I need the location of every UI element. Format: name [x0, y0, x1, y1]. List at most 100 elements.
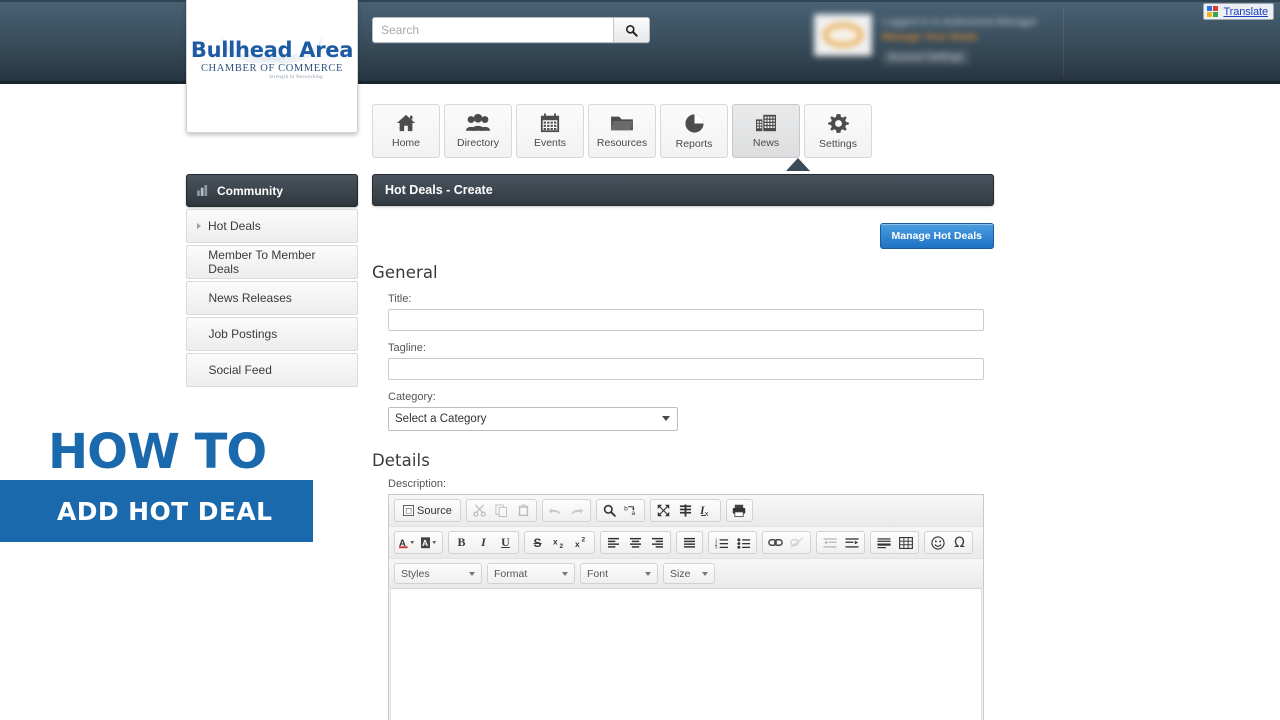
translate-label[interactable]: Translate: [1223, 6, 1268, 18]
text-color-button[interactable]: A: [397, 533, 418, 552]
print-button[interactable]: [729, 501, 750, 520]
nav-label: News: [752, 137, 780, 149]
strikethrough-button[interactable]: S: [527, 533, 548, 552]
bold-button[interactable]: B: [451, 533, 472, 552]
italic-button[interactable]: I: [473, 533, 494, 552]
sidebar-item-label: Social Feed: [208, 363, 272, 377]
account-name: Logged In to Authorized Manager: [882, 16, 1038, 28]
field-description: Description:: [388, 478, 994, 490]
sidebar-item-news-releases[interactable]: News Releases: [186, 281, 358, 315]
section-title-details: Details: [372, 451, 430, 470]
align-justify-icon: [684, 537, 695, 548]
category-select[interactable]: Select a Category: [388, 407, 678, 431]
editor-group-special: Ω: [924, 531, 973, 554]
folder-icon: [611, 116, 633, 131]
align-center-button[interactable]: [625, 533, 646, 552]
nav-button-news[interactable]: News: [732, 104, 800, 158]
indent-button[interactable]: [841, 533, 862, 552]
editor-group-links: [762, 531, 811, 554]
cut-button[interactable]: [469, 501, 490, 520]
manage-hot-deals-button[interactable]: Manage Hot Deals: [879, 223, 994, 249]
sidebar-item-social-feed[interactable]: Social Feed: [186, 353, 358, 387]
copy-button[interactable]: [491, 501, 512, 520]
subscript-button[interactable]: x 2: [549, 533, 570, 552]
table-button[interactable]: [895, 533, 916, 552]
smiley-icon: [930, 535, 945, 550]
account-block[interactable]: Logged In to Authorized Manager Manage Y…: [814, 14, 1037, 65]
editor-group-print: [725, 499, 753, 522]
svg-text:2: 2: [559, 543, 563, 549]
sidebar-item-job-postings[interactable]: Job Postings: [186, 317, 358, 351]
translate-widget[interactable]: Translate: [1203, 3, 1274, 20]
align-left-button[interactable]: [603, 533, 624, 552]
horizontal-rule-button[interactable]: [873, 533, 894, 552]
superscript-button[interactable]: x 2: [571, 533, 592, 552]
nav-label: Home: [391, 137, 420, 149]
chevron-down-icon: [645, 571, 651, 576]
nav-button-directory[interactable]: Directory: [444, 104, 512, 158]
numbered-list-button[interactable]: 1 2 3: [711, 533, 732, 552]
font-dropdown[interactable]: Font: [580, 563, 658, 584]
source-label: Source: [417, 504, 452, 517]
pie-chart-icon: [684, 113, 704, 133]
outdent-button[interactable]: [819, 533, 840, 552]
search-input[interactable]: [373, 18, 613, 42]
header-divider: [1063, 6, 1064, 78]
background-color-button[interactable]: A: [419, 533, 440, 552]
find-button[interactable]: [599, 501, 620, 520]
svg-text:x: x: [553, 536, 558, 546]
paste-button[interactable]: [513, 501, 534, 520]
remove-format-button[interactable]: I x: [697, 501, 718, 520]
overlay-line-1: HOW TO: [48, 424, 267, 480]
size-dropdown-label: Size: [670, 567, 691, 580]
nav-button-events[interactable]: Events: [516, 104, 584, 158]
remove-format-icon: I x: [700, 505, 709, 517]
editor-group-tools: I x: [649, 499, 721, 522]
show-blocks-button[interactable]: [675, 501, 696, 520]
nav-button-resources[interactable]: Resources: [588, 104, 656, 158]
account-settings-link[interactable]: Account Settings: [882, 50, 970, 65]
account-role: Manage Your Deals: [882, 31, 978, 43]
outdent-icon: [822, 537, 837, 548]
size-dropdown[interactable]: Size: [663, 563, 715, 584]
search-button[interactable]: [613, 18, 649, 42]
title-input[interactable]: [388, 309, 984, 331]
align-right-icon: [652, 537, 663, 548]
bulleted-list-button[interactable]: [733, 533, 754, 552]
sidebar-item-member-to-member-deals[interactable]: Member To Member Deals: [186, 245, 358, 279]
scissors-icon: [473, 504, 486, 517]
logo-subtitle: CHAMBER OF COMMERCE: [200, 63, 344, 74]
svg-text:b: b: [624, 506, 628, 513]
svg-text:x: x: [575, 539, 580, 549]
source-button[interactable]: ☐ Source: [397, 501, 458, 520]
unlink-button[interactable]: [787, 533, 808, 552]
editor-content-area[interactable]: [390, 588, 982, 720]
undo-button[interactable]: [545, 501, 566, 520]
nav-button-reports[interactable]: News Reports: [660, 104, 728, 158]
nav-button-settings[interactable]: Settings: [804, 104, 872, 158]
active-tab-pointer: [786, 158, 810, 171]
category-label: Category:: [388, 391, 436, 403]
align-justify-button[interactable]: [679, 533, 700, 552]
chevron-down-icon: [702, 571, 708, 576]
link-button[interactable]: [765, 533, 786, 552]
underline-button[interactable]: U: [495, 533, 516, 552]
tagline-input[interactable]: [388, 358, 984, 380]
nav-button-home[interactable]: Home: [372, 104, 440, 158]
sidebar-item-label: Hot Deals: [208, 219, 261, 233]
redo-button[interactable]: [567, 501, 588, 520]
replace-button[interactable]: b a: [621, 501, 642, 520]
chamber-logo-card: Bullhead Area CHAMBER OF COMMERCE Streng…: [186, 0, 358, 133]
styles-dropdown[interactable]: Styles: [394, 563, 482, 584]
svg-text:3: 3: [715, 544, 718, 548]
smiley-button[interactable]: [927, 533, 948, 552]
sidebar-item-hot-deals[interactable]: Hot Deals: [186, 209, 358, 243]
search-box[interactable]: [372, 17, 650, 43]
format-dropdown[interactable]: Format: [487, 563, 575, 584]
align-right-button[interactable]: [647, 533, 668, 552]
special-char-button[interactable]: Ω: [949, 533, 970, 552]
building-icon: [756, 114, 776, 132]
editor-group-insert: [870, 531, 919, 554]
maximize-button[interactable]: [653, 501, 674, 520]
editor-toolbar-row-2: A A B I U S x 2 x 2 1 2 3 Ω: [389, 526, 983, 558]
